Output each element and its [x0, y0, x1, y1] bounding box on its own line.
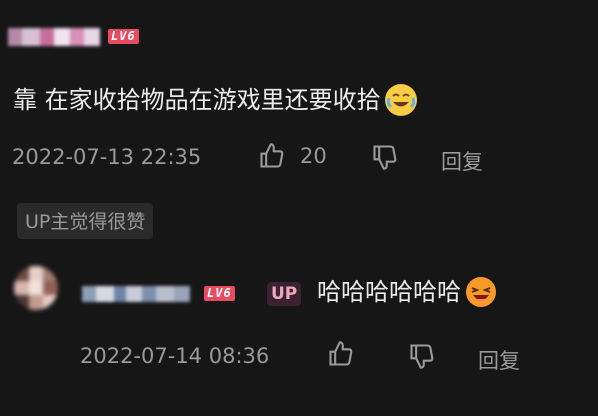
up-badge: UP	[267, 282, 302, 306]
avatar[interactable]	[14, 266, 58, 310]
reply-reply-button[interactable]: 回复	[478, 345, 520, 375]
thumbs-up-icon	[329, 341, 353, 366]
thumbs-down-icon	[410, 344, 434, 369]
crying-laughing-icon	[384, 84, 417, 116]
reply-like-button[interactable]	[327, 340, 355, 368]
reply-username-blurred[interactable]	[82, 286, 190, 302]
laughing-icon	[465, 276, 497, 308]
reply-level-badge: LV6	[204, 286, 235, 301]
thumbs-up-icon	[260, 143, 284, 168]
reply-button[interactable]: 回复	[441, 146, 483, 176]
like-button[interactable]: 20	[258, 142, 327, 170]
like-count: 20	[300, 144, 327, 168]
reply-timestamp: 2022-07-14 08:36	[80, 344, 270, 368]
comment-timestamp: 2022-07-13 22:35	[12, 145, 202, 169]
level-badge: LV6	[108, 29, 139, 44]
thumbs-down-icon	[373, 145, 397, 170]
up-liked-tag: UP主觉得很赞	[17, 203, 154, 239]
comment-text: 靠 在家收拾物品在游戏里还要收拾	[13, 84, 417, 116]
reply-dislike-button[interactable]	[408, 342, 436, 370]
username-blurred[interactable]	[8, 28, 100, 46]
reply-text: 哈哈哈哈哈哈	[317, 276, 497, 308]
dislike-button[interactable]	[371, 143, 399, 171]
